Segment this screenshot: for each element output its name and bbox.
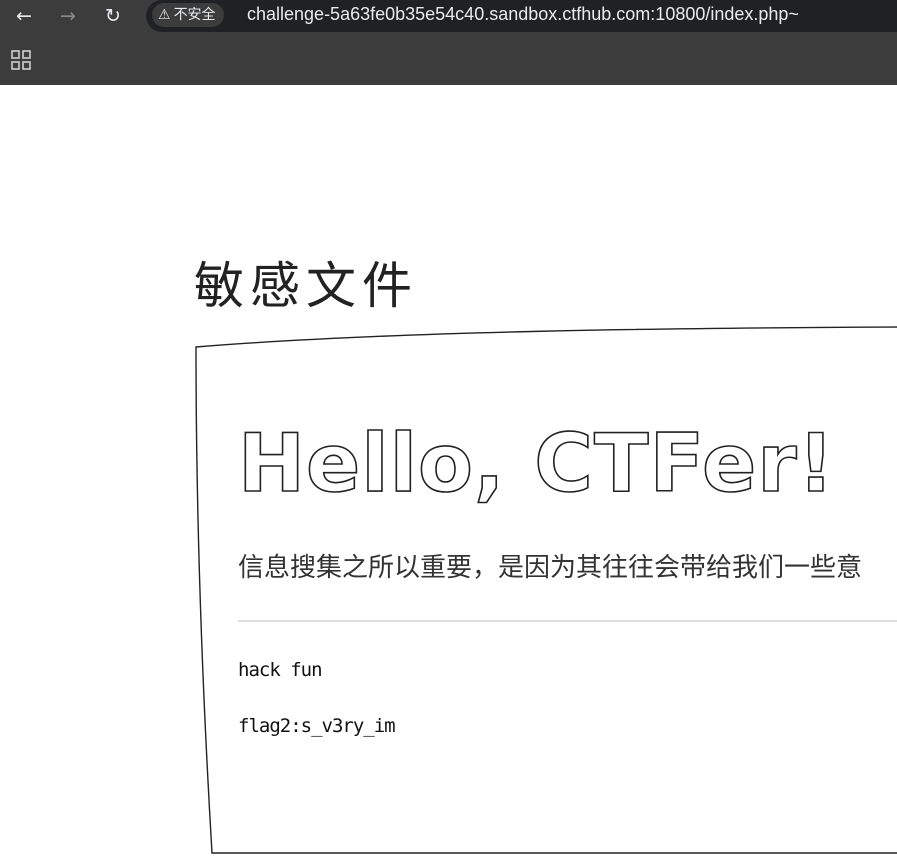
hero-heading: Hello, CTFer! [237,416,836,511]
warning-triangle-icon: ⚠ [158,7,171,23]
browser-toolbar: ← → ↻ ⚠ 不安全 challenge-5a63fe0b35e54c40.sa… [0,0,897,35]
divider [238,620,897,622]
content-card: Hello, CTFer! 信息搜集之所以重要，是因为其往往会带给我们一些意 h… [192,325,897,857]
security-indicator[interactable]: ⚠ 不安全 [152,3,224,27]
paragraph-flag: flag2:s_v3ry_im [238,715,396,737]
security-label: 不安全 [173,7,216,23]
bookmarks-bar [0,35,897,85]
back-arrow-icon[interactable]: ← [11,3,37,29]
lead-text: 信息搜集之所以重要，是因为其往往会带给我们一些意 [238,553,863,583]
page-title: 敏感文件 [194,257,418,315]
address-bar[interactable]: ⚠ 不安全 challenge-5a63fe0b35e54c40.sandbox.… [146,0,897,32]
url-text[interactable]: challenge-5a63fe0b35e54c40.sandbox.ctfhu… [247,0,799,30]
card-border [195,326,897,854]
forward-arrow-icon[interactable]: → [55,3,81,29]
paragraph-hack-fun: hack fun [238,659,323,681]
apps-grid-icon[interactable] [11,50,31,70]
reload-icon[interactable]: ↻ [100,3,126,29]
